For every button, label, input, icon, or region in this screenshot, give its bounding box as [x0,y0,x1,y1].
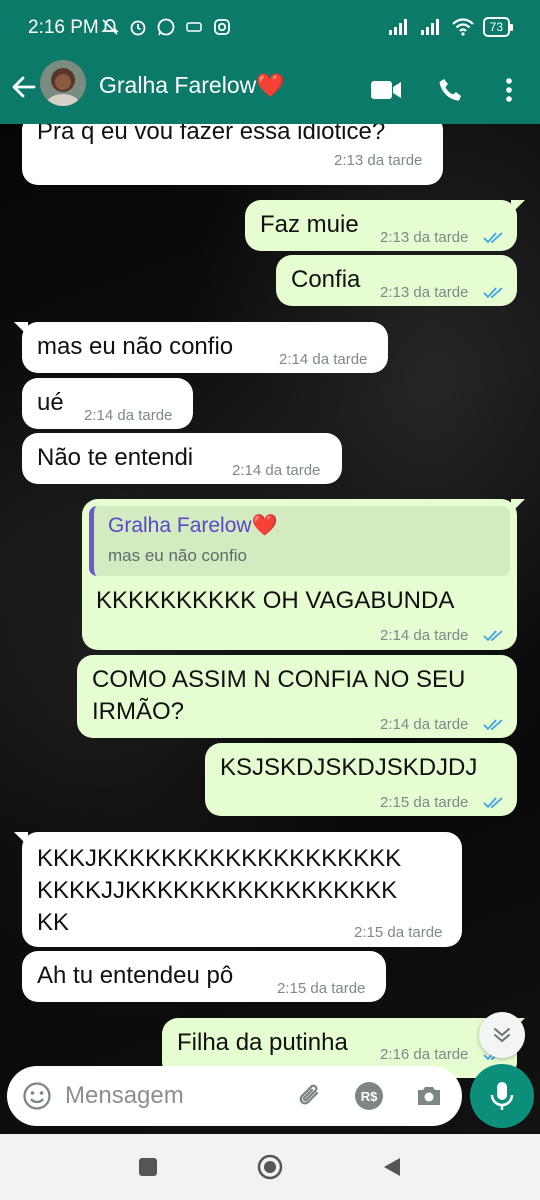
message-text-line: KK [37,909,70,936]
status-system-icons: 73 [387,17,514,37]
message-text: KSJSKDJSKDJSKDJDJ [220,754,478,781]
mute-bell-icon [101,19,119,35]
message-text: KKKKKKKKKK OH VAGABUNDA [96,587,455,614]
message-time: 2:15 da tarde [354,924,443,941]
message-time: 2:14 da tarde [84,407,173,424]
message-input[interactable] [65,1078,285,1114]
home-icon [257,1154,283,1180]
payment-icon: R$ [355,1082,383,1110]
message-text: Confia [291,266,361,293]
read-ticks-icon [483,630,503,642]
message-text: Pra q eu vou fazer essa idiotice? [37,124,386,145]
message-time: 2:13 da tarde [334,152,423,169]
svg-text:R$: R$ [361,1089,378,1104]
message-time: 2:14 da tarde [279,351,368,368]
quoted-message[interactable]: Gralha Farelow❤️ mas eu não confio [89,506,510,576]
instagram-icon [214,19,230,35]
message-text: Faz muie [260,211,359,238]
battery-indicator: 73 [482,17,514,37]
signal-icon [388,19,407,35]
contact-name[interactable]: Gralha Farelow❤️ [99,72,285,99]
message-bubble-outgoing[interactable]: Confia 2:13 da tarde [276,255,517,306]
message-time: 2:16 da tarde [380,1046,469,1063]
chat-area[interactable]: Pra q eu vou fazer essa idiotice? 2:13 d… [0,124,540,1134]
read-ticks-icon [483,232,503,244]
read-ticks-icon [483,797,503,809]
payment-button[interactable]: R$ [353,1080,385,1112]
message-text-line: IRMÃO? [92,698,185,725]
signal-icon-2 [420,19,439,35]
whatsapp-icon [157,18,175,36]
message-text: Não te entendi [37,444,194,471]
message-time: 2:14 da tarde [232,462,321,479]
home-button[interactable] [257,1154,283,1180]
app-notification-icon [186,22,202,32]
more-options-icon [506,78,512,102]
phone-icon [439,79,461,101]
message-bubble-incoming[interactable]: ué 2:14 da tarde [22,378,193,429]
message-text: ué [37,389,64,416]
emoji-button[interactable] [21,1080,53,1112]
back-button[interactable] [10,73,38,101]
message-bubble-outgoing[interactable]: KSJSKDJSKDJSKDJDJ 2:15 da tarde [205,743,517,816]
scroll-down-icon [494,1028,510,1043]
message-time: 2:14 da tarde [380,627,469,644]
camera-button[interactable] [413,1080,445,1112]
back-triangle-icon [384,1158,400,1176]
message-text-line: KKKKJJKKKKKKKKKKKKKKKKK [37,877,398,904]
video-call-button[interactable] [368,72,404,108]
read-ticks-icon [483,719,503,731]
video-call-icon [371,81,401,99]
message-time: 2:15 da tarde [380,794,469,811]
alarm-icon [130,20,146,36]
quoted-sender: Gralha Farelow❤️ [108,514,278,537]
status-bar: 2:16 PM 73 [0,0,540,58]
attach-button[interactable] [294,1080,326,1112]
voice-message-button[interactable] [470,1064,534,1128]
camera-icon [418,1087,440,1105]
recents-icon [139,1158,157,1176]
voice-call-button[interactable] [433,72,469,108]
message-time: 2:13 da tarde [380,229,469,246]
attach-icon [299,1084,319,1105]
contact-avatar[interactable] [40,60,86,106]
status-time: 2:16 PM [28,17,99,38]
message-text-line: COMO ASSIM N CONFIA NO SEU [92,666,466,693]
message-bubble-incoming[interactable]: Pra q eu vou fazer essa idiotice? 2:13 d… [22,124,443,185]
message-bubble-incoming[interactable]: KKKJKKKKKKKKKKKKKKKKKKK KKKKJJKKKKKKKKKK… [14,832,462,947]
message-bubble-incoming[interactable]: mas eu não confio 2:14 da tarde [14,322,388,373]
message-text: Filha da putinha [177,1029,348,1056]
recents-button[interactable] [135,1154,161,1180]
message-text: mas eu não confio [37,333,234,360]
message-time: 2:14 da tarde [380,716,469,733]
message-bubble-outgoing[interactable]: Faz muie 2:13 da tarde [245,200,525,251]
message-composer: R$ [7,1066,462,1126]
message-bubble-outgoing-reply[interactable]: Gralha Farelow❤️ mas eu não confio KKKKK… [82,499,525,650]
message-time: 2:15 da tarde [277,980,366,997]
message-time: 2:13 da tarde [380,284,469,301]
wifi-icon [451,18,474,36]
emoji-icon [23,1082,51,1110]
system-navigation-bar [0,1134,540,1200]
more-options-button[interactable] [491,72,527,108]
message-text-line: KKKJKKKKKKKKKKKKKKKKKKK [37,845,402,872]
mic-icon [490,1082,514,1110]
message-bubble-incoming[interactable]: Não te entendi 2:14 da tarde [22,433,342,484]
back-nav-button[interactable] [379,1154,405,1180]
read-ticks-icon [483,287,503,299]
scroll-to-bottom-button[interactable] [479,1012,525,1058]
message-text: Ah tu entendeu pô [37,962,234,989]
message-bubble-outgoing[interactable]: COMO ASSIM N CONFIA NO SEU IRMÃO? 2:14 d… [77,655,517,738]
back-arrow-icon [12,76,36,98]
quoted-text: mas eu não confio [108,546,247,565]
status-notification-icons [100,17,232,37]
message-bubble-incoming[interactable]: Ah tu entendeu pô 2:15 da tarde [22,951,386,1002]
